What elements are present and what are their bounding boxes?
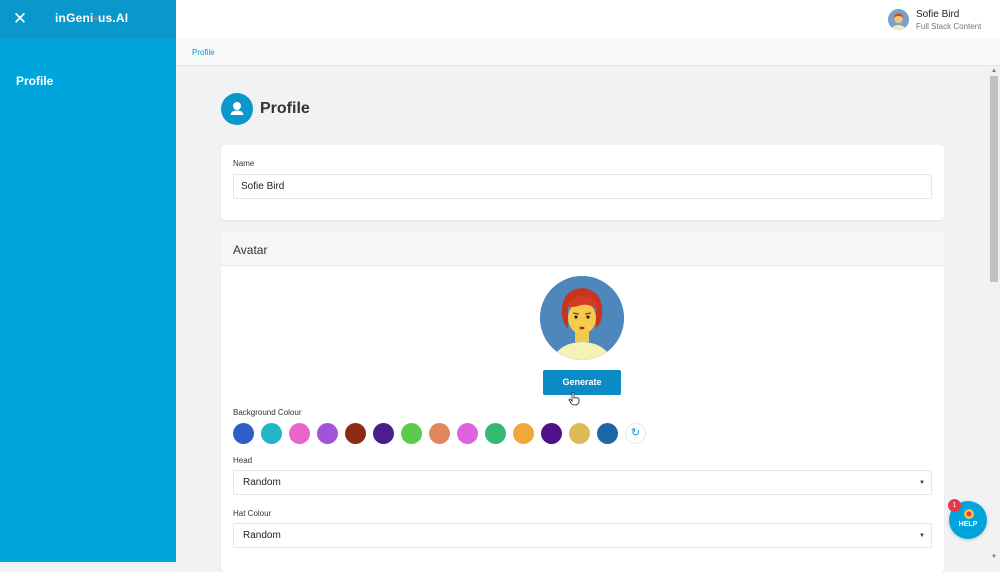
name-label: Name	[233, 159, 255, 168]
background-colour-label: Background Colour	[233, 408, 302, 417]
hat-colour-select[interactable]: Random ▼	[233, 523, 932, 548]
chevron-down-icon: ▼	[919, 533, 925, 539]
help-button[interactable]: HELP 1	[948, 499, 987, 539]
scroll-thumb[interactable]	[990, 76, 998, 282]
top-bar: Sofie Bird Full Stack Content	[176, 0, 1000, 39]
user-role: Full Stack Content	[916, 22, 982, 31]
user-name[interactable]: Sofie Bird	[916, 9, 959, 20]
refresh-icon[interactable]: ↻	[625, 423, 646, 444]
sidebar-item-profile[interactable]: Profile	[16, 74, 53, 88]
colour-swatch[interactable]	[373, 423, 394, 444]
avatar-card-title: Avatar	[233, 243, 268, 257]
help-icon	[963, 507, 975, 519]
colour-swatch[interactable]	[289, 423, 310, 444]
scroll-down-icon[interactable]: ▼	[988, 552, 1000, 562]
name-card: Name Sofie Bird	[221, 145, 944, 220]
scroll-up-icon[interactable]: ▲	[988, 66, 1000, 76]
hat-colour-label: Hat Colour	[233, 509, 272, 518]
colour-swatch[interactable]	[597, 423, 618, 444]
colour-swatch[interactable]	[541, 423, 562, 444]
app-logo: inGeni•us.AI	[55, 11, 129, 25]
help-label: HELP	[958, 521, 978, 528]
colour-swatch[interactable]	[345, 423, 366, 444]
avatar-preview	[540, 276, 624, 360]
hand-cursor-icon	[568, 392, 580, 406]
breadcrumb: Profile	[176, 39, 1000, 66]
chevron-down-icon: ▼	[919, 480, 925, 486]
sidebar-header: ✕ inGeni•us.AI	[0, 0, 176, 39]
colour-swatch[interactable]	[513, 423, 534, 444]
head-label: Head	[233, 456, 253, 465]
colour-swatch[interactable]	[233, 423, 254, 444]
help-badge: 1	[948, 499, 961, 512]
page-title: Profile	[260, 100, 310, 117]
colour-swatch[interactable]	[569, 423, 590, 444]
scrollbar[interactable]: ▲ ▼	[988, 66, 1000, 562]
avatar-card: Avatar Generate Background Colour ↻ Head…	[221, 232, 944, 572]
close-icon[interactable]: ✕	[12, 10, 28, 27]
head-select-value: Random	[243, 477, 281, 488]
generate-button[interactable]: Generate	[543, 370, 621, 395]
colour-swatch[interactable]	[317, 423, 338, 444]
hat-colour-select-value: Random	[243, 530, 281, 541]
avatar-card-header: Avatar	[221, 232, 944, 266]
colour-swatch[interactable]	[261, 423, 282, 444]
colour-swatch[interactable]	[485, 423, 506, 444]
user-avatar[interactable]	[888, 9, 909, 30]
head-select[interactable]: Random ▼	[233, 470, 932, 495]
name-input[interactable]: Sofie Bird	[233, 174, 932, 199]
user-icon	[221, 93, 253, 125]
colour-swatch[interactable]	[429, 423, 450, 444]
breadcrumb-item-profile[interactable]: Profile	[192, 48, 215, 57]
sidebar: ✕ inGeni•us.AI Profile	[0, 0, 176, 562]
colour-swatch[interactable]	[401, 423, 422, 444]
colour-swatch[interactable]	[457, 423, 478, 444]
